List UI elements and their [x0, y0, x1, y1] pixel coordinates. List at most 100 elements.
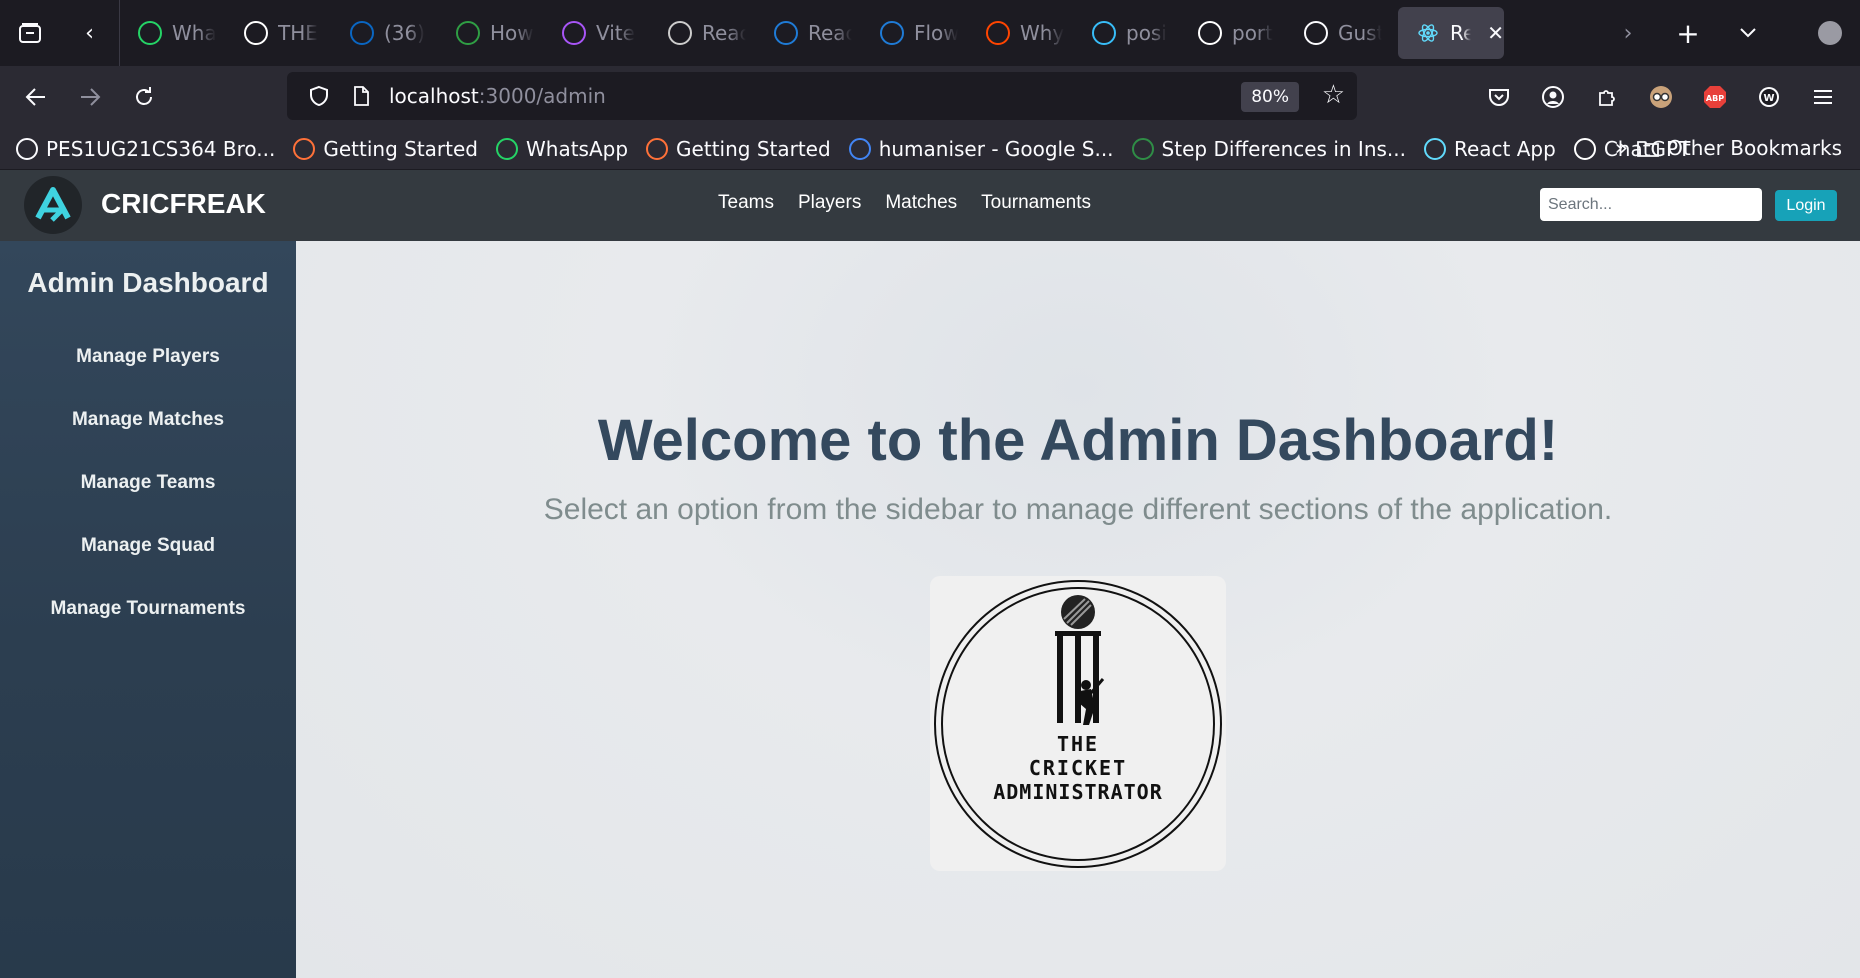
scroll-tabs-left-icon[interactable]: ‹ [60, 0, 120, 66]
close-tab-icon[interactable]: ✕ [1487, 21, 1504, 45]
nav-link-matches[interactable]: Matches [885, 192, 957, 214]
tab-label: How [490, 21, 534, 45]
tab-0[interactable]: Wha [120, 7, 226, 59]
tab-10[interactable]: port [1180, 7, 1286, 59]
github-icon [1198, 21, 1222, 45]
page-info-icon[interactable] [347, 86, 375, 106]
tab-1[interactable]: THE [226, 7, 332, 59]
bookmark-item[interactable]: React App [1423, 137, 1556, 161]
tabbar-controls: › + [1598, 0, 1860, 66]
tab-3[interactable]: How [438, 7, 544, 59]
extension-glasses-icon[interactable] [1634, 74, 1688, 120]
hamburger-menu-icon[interactable] [1796, 74, 1850, 120]
svg-text:THE: THE [1057, 732, 1099, 756]
list-tabs-chevron-down-icon[interactable] [1718, 0, 1778, 66]
sidebar-item-manage-squad[interactable]: Manage Squad [0, 514, 296, 577]
cricket-administrator-logo: THE CRICKET ADMINISTRATOR [930, 576, 1226, 871]
tab-label: Reac [808, 21, 852, 45]
tab-7[interactable]: Flow [862, 7, 968, 59]
whatsapp-icon [496, 137, 518, 160]
w-icon [456, 21, 480, 45]
tab-strip: Wha THE (36) How Vite Reac Reac Flow Why posi port… [120, 0, 1392, 66]
tab-active[interactable]: Re ✕ [1398, 7, 1504, 59]
pocket-icon[interactable] [1472, 74, 1526, 120]
brand-logo-icon[interactable] [24, 176, 82, 234]
tracking-shield-icon[interactable] [305, 85, 333, 107]
reload-icon[interactable] [117, 74, 171, 120]
tab-5[interactable]: Reac [650, 7, 756, 59]
play-icon [774, 21, 798, 45]
browser-navigation-bar: localhost:3000/admin 80% ☆ ABP W [0, 66, 1860, 128]
zoom-level-badge[interactable]: 80% [1241, 82, 1299, 112]
nav-link-tournaments[interactable]: Tournaments [981, 192, 1091, 214]
tab-6[interactable]: Reac [756, 7, 862, 59]
main-nav: Teams Players Matches Tournaments [718, 192, 1091, 214]
web-app: CRICFREAK Teams Players Matches Tourname… [0, 170, 1860, 978]
more-bookmarks-chevron-icon[interactable]: » [1615, 136, 1628, 161]
sidebar-item-manage-matches[interactable]: Manage Matches [0, 388, 296, 451]
browser-tab-bar: ‹ Wha THE (36) How Vite Reac Reac Flow Why posi po… [0, 0, 1860, 66]
tab-label: Reac [702, 21, 746, 45]
search-input[interactable] [1540, 188, 1762, 221]
sidebar-menu: Manage Players Manage Matches Manage Tea… [0, 325, 296, 640]
adblock-plus-icon[interactable]: ABP [1688, 74, 1742, 120]
nav-link-players[interactable]: Players [798, 192, 861, 214]
react-icon [1423, 137, 1446, 160]
other-bookmarks-folder[interactable]: Other Bookmarks [1637, 136, 1842, 160]
url-text[interactable]: localhost:3000/admin [389, 84, 606, 108]
reddit-icon [986, 21, 1010, 45]
brand-name[interactable]: CRICFREAK [101, 188, 266, 220]
admin-sidebar: Admin Dashboard Manage Players Manage Ma… [0, 241, 296, 978]
tab-label: THE [278, 21, 318, 45]
bookmark-label: Getting Started [323, 136, 478, 161]
tab-label: Gust [1338, 21, 1382, 45]
bookmark-item[interactable]: Getting Started [293, 137, 478, 161]
linkedin-icon [350, 21, 374, 45]
svg-text:W: W [1763, 93, 1774, 104]
bookmark-item[interactable]: Getting Started [646, 137, 831, 161]
bookmark-item[interactable]: WhatsApp [496, 137, 628, 161]
wappalyzer-icon[interactable]: W [1742, 74, 1796, 120]
tab-label: Vite [596, 21, 635, 45]
login-button[interactable]: Login [1775, 190, 1837, 221]
openai-icon [668, 21, 692, 45]
main-content: Welcome to the Admin Dashboard! Select a… [296, 241, 1860, 978]
sidebar-title: Admin Dashboard [27, 267, 269, 298]
firefox-icon [293, 137, 316, 160]
tab-overview-icon[interactable] [0, 0, 60, 66]
svg-text:CRICKET: CRICKET [1029, 756, 1127, 780]
scroll-tabs-right-icon[interactable]: › [1598, 0, 1658, 66]
play-icon [880, 21, 904, 45]
svg-text:ABP: ABP [1706, 94, 1724, 103]
url-bar[interactable]: localhost:3000/admin 80% ☆ [287, 72, 1357, 120]
nav-link-teams[interactable]: Teams [718, 192, 774, 214]
extensions-puzzle-icon[interactable] [1580, 74, 1634, 120]
toolbar-icons: ABP W [1472, 66, 1860, 128]
bookmark-item[interactable]: PES1UG21CS364 Bro... [16, 137, 275, 161]
sidebar-item-manage-players[interactable]: Manage Players [0, 325, 296, 388]
bookmark-label: Getting Started [676, 136, 831, 161]
whatsapp-icon [138, 21, 162, 45]
tab-4[interactable]: Vite [544, 7, 650, 59]
sidebar-item-manage-teams[interactable]: Manage Teams [0, 451, 296, 514]
bookmark-label: PES1UG21CS364 Bro... [46, 136, 276, 161]
tab-9[interactable]: posi [1074, 7, 1180, 59]
openai-icon [1573, 137, 1596, 160]
sidebar-item-manage-tournaments[interactable]: Manage Tournaments [0, 577, 296, 640]
forward-arrow-icon[interactable] [63, 74, 117, 120]
tab-label: Re [1450, 21, 1472, 45]
back-arrow-icon[interactable] [9, 74, 63, 120]
tab-label: Why [1020, 21, 1064, 45]
profile-avatar[interactable] [1818, 21, 1842, 45]
tab-8[interactable]: Why [968, 7, 1074, 59]
bookmark-item[interactable]: Step Differences in Ins... [1131, 137, 1406, 161]
bookmark-item[interactable]: humaniser - Google S... [848, 137, 1114, 161]
other-bookmarks-label: Other Bookmarks [1667, 136, 1842, 160]
tab-11[interactable]: Gust [1286, 7, 1392, 59]
new-tab-icon[interactable]: + [1658, 0, 1718, 66]
url-host: localhost [389, 84, 479, 108]
account-icon[interactable] [1526, 74, 1580, 120]
welcome-subtitle: Select an option from the sidebar to man… [543, 493, 1613, 526]
bookmark-star-icon[interactable]: ☆ [1322, 80, 1345, 110]
tab-2[interactable]: (36) [332, 7, 438, 59]
